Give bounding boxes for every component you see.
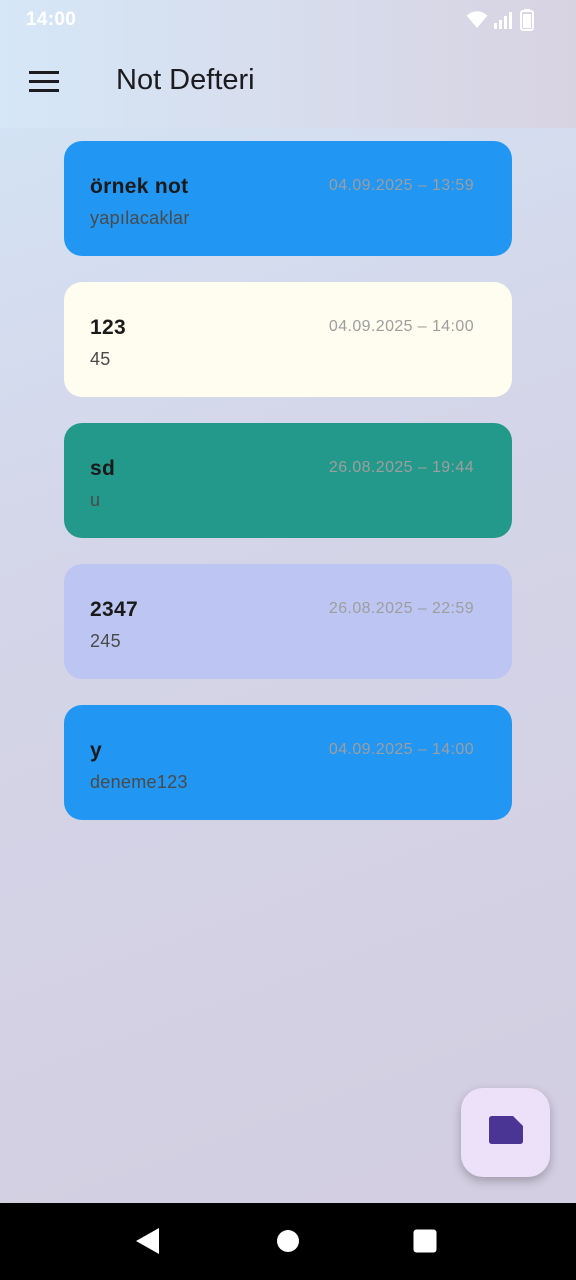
note-card[interactable]: 2347 26.08.2025 – 22:59 245 xyxy=(64,564,512,679)
status-icons xyxy=(466,9,534,36)
note-card[interactable]: 123 04.09.2025 – 14:00 45 xyxy=(64,282,512,397)
note-date: 26.08.2025 – 19:44 xyxy=(328,459,474,476)
screen: 14:00 Not Defteri örnek not 04.09.2025 –… xyxy=(0,0,576,1280)
signal-icon xyxy=(494,10,514,35)
top-app-bar: 14:00 Not Defteri xyxy=(0,0,576,128)
note-body: 245 xyxy=(90,631,121,651)
note-date: 04.09.2025 – 13:59 xyxy=(328,177,474,194)
notes-list: örnek not 04.09.2025 – 13:59 yapılacakla… xyxy=(64,141,512,846)
note-card[interactable]: örnek not 04.09.2025 – 13:59 yapılacakla… xyxy=(64,141,512,256)
note-title: sd xyxy=(90,457,116,480)
note-body: u xyxy=(90,490,101,510)
status-time: 14:00 xyxy=(26,9,77,30)
battery-icon xyxy=(520,9,534,36)
back-icon xyxy=(135,1227,161,1260)
nav-recents-button[interactable] xyxy=(405,1223,445,1263)
home-icon xyxy=(276,1229,300,1258)
note-date: 04.09.2025 – 14:00 xyxy=(328,318,474,335)
note-title: örnek not xyxy=(90,175,189,198)
nav-back-button[interactable] xyxy=(128,1223,168,1263)
wifi-icon xyxy=(466,10,488,35)
note-body: 45 xyxy=(90,349,111,369)
note-date: 04.09.2025 – 14:00 xyxy=(328,741,474,758)
note-card[interactable]: sd 26.08.2025 – 19:44 u xyxy=(64,423,512,538)
recents-icon xyxy=(413,1229,437,1258)
note-date: 26.08.2025 – 22:59 xyxy=(328,600,474,617)
nav-home-button[interactable] xyxy=(268,1223,308,1263)
note-body: yapılacaklar xyxy=(90,208,190,228)
note-title: 123 xyxy=(90,316,126,339)
new-note-icon xyxy=(488,1116,523,1149)
menu-button[interactable] xyxy=(22,62,66,106)
system-nav-bar xyxy=(0,1203,576,1280)
menu-icon xyxy=(29,70,59,98)
page-title: Not Defteri xyxy=(116,64,255,96)
status-bar: 14:00 xyxy=(0,0,576,40)
note-title: 2347 xyxy=(90,598,138,621)
note-card[interactable]: y 04.09.2025 – 14:00 deneme123 xyxy=(64,705,512,820)
note-title: y xyxy=(90,739,102,762)
note-body: deneme123 xyxy=(90,772,188,792)
add-note-button[interactable] xyxy=(461,1088,550,1177)
